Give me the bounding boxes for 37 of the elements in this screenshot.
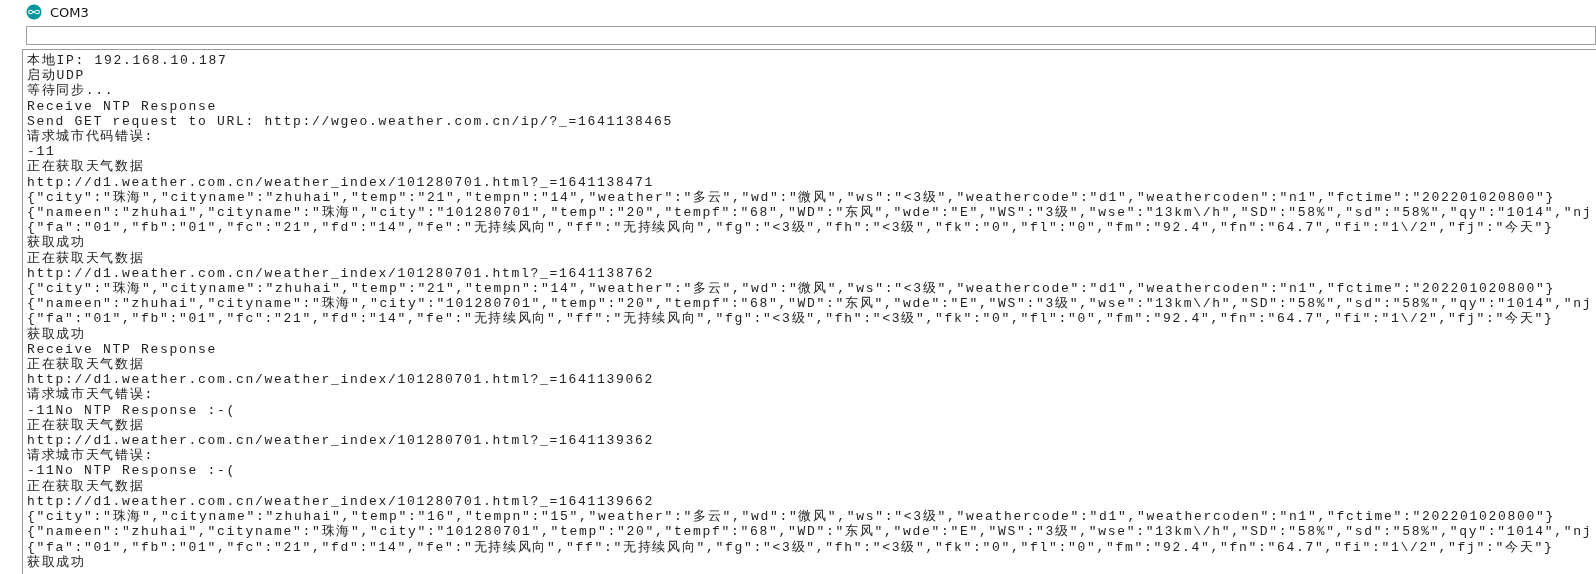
output-line: 请求城市代码错误: (27, 129, 155, 145)
output-line: {"nameen":"zhuhai","cityname":"珠海","city":"101280701","temp":"20","tempf":"68","WD":"东风","wde":"E","WS":"3级","wse":"13km\/h","SD":"58%","sd":"58%","qy":"1014","nj (27, 296, 1593, 312)
output-line: Receive NTP Response (27, 98, 218, 114)
output-line: {"fa":"01","fb":"01","fc":"21","fd":"14","fe":"无持续风向","ff":"无持续风向","fg":"<3级","fh":"<3级","fk":"0","fl":"0","fm":"92.4","fn":"64.7","fi":"1\/2","fj":"今天"} (27, 311, 1554, 327)
output-line: http://d1.weather.com.cn/weather_index/101280701.html?_=1641139362 (27, 433, 655, 449)
output-line: 获取成功 (27, 554, 86, 570)
output-line: {"nameen":"zhuhai","cityname":"珠海","city":"101280701","temp":"20","tempf":"68","WD":"东风","wde":"E","WS":"3级","wse":"13km\/h","SD":"58%","sd":"58%","qy":"1014","nj (27, 205, 1593, 221)
output-line: Send GET request to URL: http://wgeo.weather.com.cn/ip/?_=1641138465 (27, 113, 674, 129)
output-line: http://d1.weather.com.cn/weather_index/101280701.html?_=1641138762 (27, 265, 655, 281)
output-line: {"nameen":"zhuhai","cityname":"珠海","city":"101280701","temp":"20","tempf":"68","WD":"东风","wde":"E","WS":"3级","wse":"13km\/h","SD":"58%","sd":"58%","qy":"1014","nj (27, 524, 1593, 540)
output-line: 获取成功 (27, 235, 86, 251)
output-line: 获取成功 (27, 326, 86, 342)
output-line: {"fa":"01","fb":"01","fc":"21","fd":"14","fe":"无持续风向","ff":"无持续风向","fg":"<3级","fh":"<3级","fk":"0","fl":"0","fm":"92.4","fn":"64.7","fi":"1\/2","fj":"今天"} (27, 539, 1554, 555)
output-line: 正在获取天气数据 (27, 478, 145, 494)
output-line: {"city":"珠海","cityname":"zhuhai","temp":"16","tempn":"15","weather":"多云","wd":"微风","ws":"<3级","weathercode":"d1","weathercoden":"n1","fctime":"202201020800"} (27, 509, 1556, 525)
infinity-logo-icon (26, 4, 42, 20)
output-line: Receive NTP Response (27, 341, 218, 357)
output-line: http://d1.weather.com.cn/weather_index/101280701.html?_=1641139062 (27, 372, 655, 388)
output-line: -11 (27, 144, 56, 160)
output-line: -11No NTP Response :-( (27, 463, 237, 479)
output-line: 正在获取天气数据 (27, 250, 145, 266)
output-line: 正在获取天气数据 (27, 357, 145, 373)
output-line: -11No NTP Response :-( (27, 402, 237, 418)
output-line: 正在获取天气数据 (27, 417, 145, 434)
output-line: 正在获取天气数据 (27, 159, 145, 175)
output-line: 启动UDP (27, 68, 85, 84)
output-line: {"city":"珠海","cityname":"zhuhai","temp":"21","tempn":"14","weather":"多云","wd":"微风","ws":"<3级","weathercode":"d1","weathercoden":"n1","fctime":"202201020800"} (27, 281, 1556, 297)
output-line: 请求城市天气错误: (27, 448, 155, 464)
output-line: 请求城市天气错误: (27, 387, 155, 403)
output-line: 等待同步... (27, 83, 115, 99)
output-line: 本地IP: 192.168.10.187 (27, 53, 228, 68)
output-line: http://d1.weather.com.cn/weather_index/101280701.html?_=1641139662 (27, 493, 655, 509)
output-line: {"city":"珠海","cityname":"zhuhai","temp":"21","tempn":"14","weather":"多云","wd":"微风","ws":"<3级","weathercode":"d1","weathercoden":"n1","fctime":"202201020800"} (27, 189, 1556, 205)
input-field[interactable] (26, 26, 1596, 45)
window-title: COM3 (50, 4, 89, 20)
output-line: {"fa":"01","fb":"01","fc":"21","fd":"14","fe":"无持续风向","ff":"无持续风向","fg":"<3级","fh":"<3级","fk":"0","fl":"0","fm":"92.4","fn":"64.7","fi":"1\/2","fj":"今天"} (27, 220, 1554, 236)
output-line: http://d1.weather.com.cn/weather_index/101280701.html?_=1641138471 (27, 174, 655, 190)
